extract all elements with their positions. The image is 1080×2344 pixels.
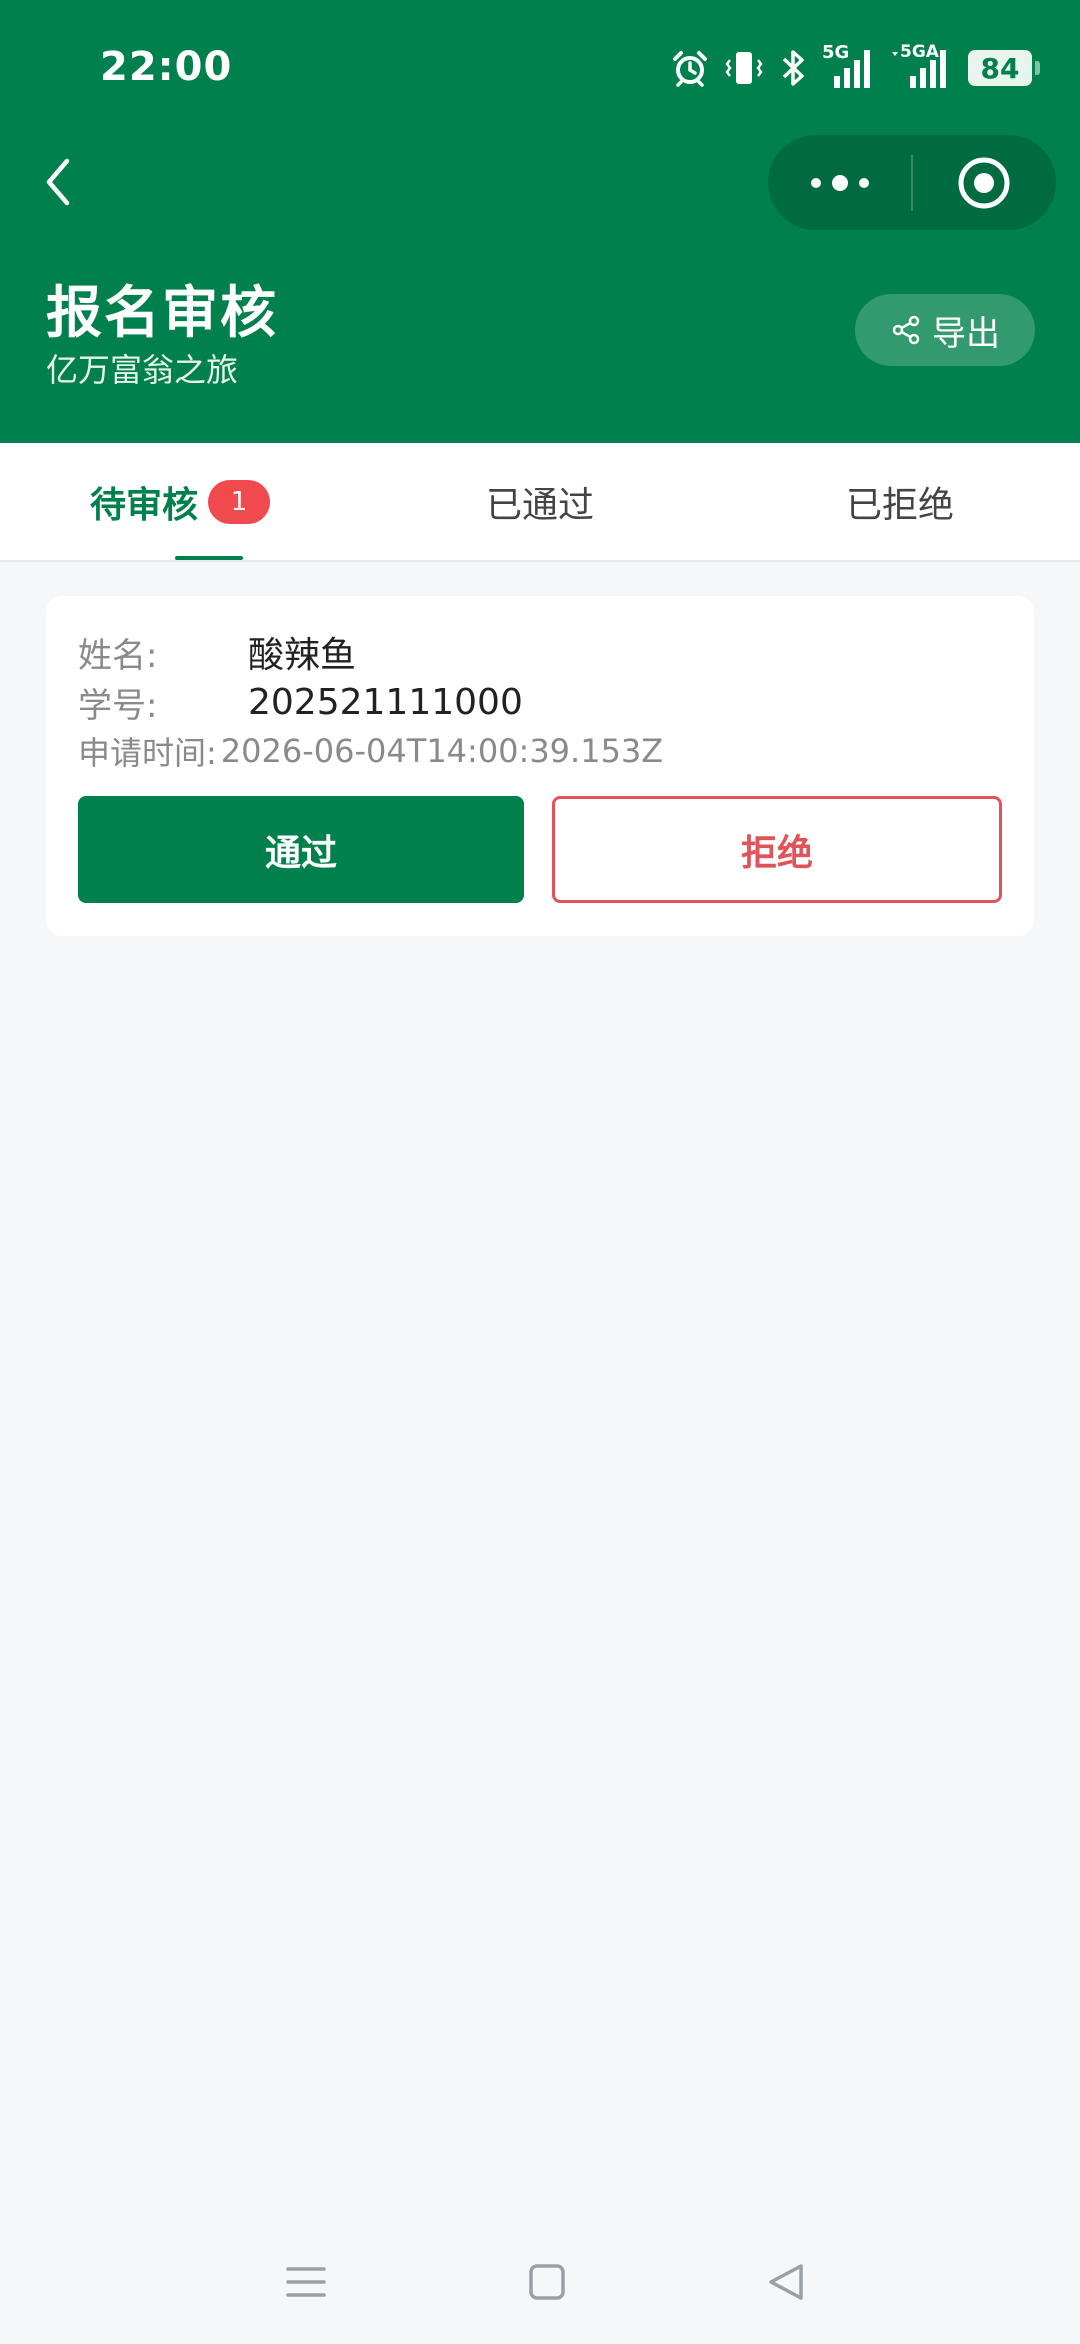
status-icons: 5G 5GA 84 [670, 42, 1040, 92]
student-id-row: 学号: 202521111000 [78, 678, 523, 727]
review-tabs: 待审核 1 已通过 已拒绝 [0, 443, 1080, 562]
home-square-icon [529, 2264, 565, 2300]
export-button[interactable]: 导出 [855, 294, 1035, 366]
target-circle-icon [958, 157, 1010, 208]
alarm-icon [670, 48, 710, 88]
vibrate-icon [724, 48, 764, 88]
more-dots-icon [810, 174, 869, 191]
more-button[interactable] [768, 135, 911, 230]
apply-time-label: 申请时间: [78, 734, 217, 772]
bluetooth-icon [778, 48, 808, 88]
system-nav-bar [0, 2220, 1080, 2344]
signal-5ga-icon: 5GA [890, 42, 954, 90]
nav-menu-button[interactable] [274, 2250, 338, 2314]
export-label: 导出 [932, 313, 1000, 354]
active-tab-indicator [175, 556, 243, 560]
miniprogram-capsule [768, 135, 1056, 230]
pending-count-badge: 1 [208, 479, 270, 524]
page-subtitle: 亿万富翁之旅 [46, 351, 239, 389]
battery-indicator: 84 [968, 50, 1040, 86]
back-triangle-icon [769, 2264, 803, 2300]
tab-rejected[interactable]: 已拒绝 [720, 443, 1080, 560]
chevron-left-icon [46, 158, 70, 206]
signal-5g-icon: 5G [822, 42, 876, 90]
tab-approved-label: 已通过 [485, 484, 594, 526]
back-button[interactable] [30, 150, 86, 214]
app-header: 22:00 5G 5GA 84 报名审核 亿万富翁之旅 导出 [0, 0, 1080, 443]
menu-lines-icon [286, 2267, 326, 2297]
name-label: 姓名: [78, 635, 158, 676]
approve-button[interactable]: 通过 [78, 796, 524, 903]
student-id-value: 202521111000 [248, 682, 523, 723]
tab-pending-label: 待审核 [89, 484, 198, 526]
share-icon [892, 315, 920, 345]
nav-back-button[interactable] [755, 2250, 819, 2314]
reject-button[interactable]: 拒绝 [552, 796, 1002, 903]
tab-rejected-label: 已拒绝 [845, 484, 954, 526]
name-value: 酸辣鱼 [248, 635, 357, 676]
student-id-label: 学号: [78, 686, 158, 726]
apply-time-row: 申请时间: 2026-06-04T14:00:39.153Z [78, 728, 663, 774]
close-miniprogram-button[interactable] [913, 135, 1056, 230]
apply-time-value: 2026-06-04T14:00:39.153Z [220, 732, 664, 770]
status-bar: 22:00 5G 5GA 84 [0, 0, 1080, 130]
tab-pending[interactable]: 待审核 1 [0, 443, 360, 560]
status-time: 22:00 [100, 44, 233, 90]
nav-home-button[interactable] [515, 2250, 579, 2314]
application-card: 姓名: 酸辣鱼 学号: 202521111000 申请时间: 2026-06-0… [46, 596, 1034, 936]
tab-approved[interactable]: 已通过 [360, 443, 720, 560]
name-row: 姓名: 酸辣鱼 [78, 626, 356, 678]
page-title: 报名审核 [46, 281, 278, 346]
